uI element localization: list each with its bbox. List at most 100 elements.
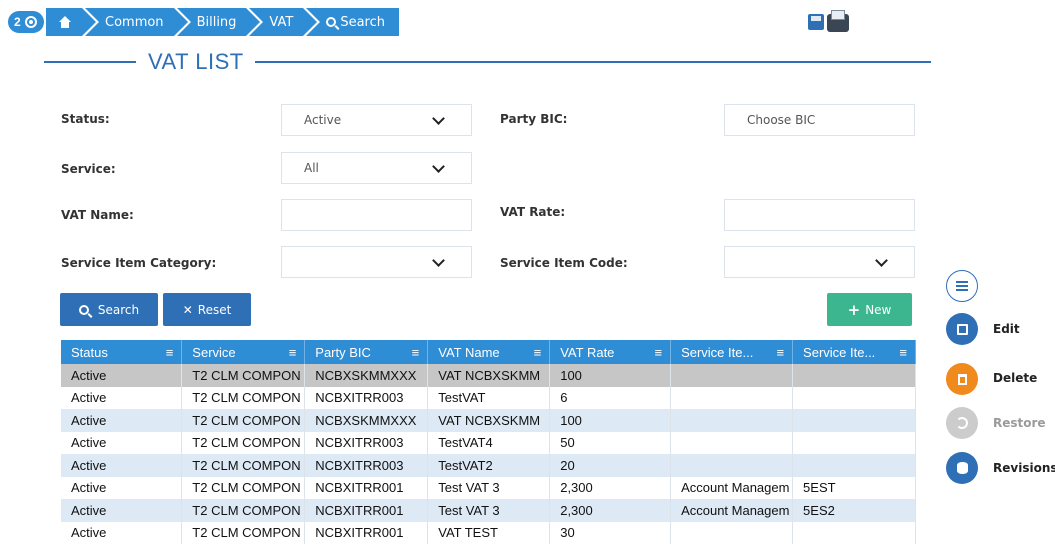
save-icon[interactable] bbox=[808, 14, 824, 30]
table-row[interactable]: Active T2 CLM COMPON NCBXITRR001 Test VAT 3… bbox=[61, 476, 916, 499]
service-item-code-select[interactable] bbox=[724, 246, 915, 278]
column-header-service-item-1[interactable]: Service Ite... ≡ bbox=[670, 340, 794, 364]
reset-button[interactable]: ✕ Reset bbox=[163, 293, 251, 326]
service-select[interactable]: All bbox=[281, 152, 472, 184]
breadcrumb-home[interactable] bbox=[46, 8, 96, 36]
column-menu-icon[interactable]: ≡ bbox=[654, 345, 662, 360]
chevron-down-icon bbox=[432, 112, 445, 125]
table-cell: NCBXITRR001 bbox=[304, 476, 429, 499]
table-cell: T2 CLM COMPON bbox=[181, 364, 306, 387]
table-cell: Active bbox=[61, 386, 183, 409]
column-header-vat-name[interactable]: VAT Name ≡ bbox=[427, 340, 551, 364]
column-header-party-bic[interactable]: Party BIC ≡ bbox=[304, 340, 429, 364]
service-item-category-select[interactable] bbox=[281, 246, 472, 278]
edit-button[interactable] bbox=[946, 313, 978, 345]
vat-name-input[interactable] bbox=[281, 199, 472, 231]
eye-icon bbox=[24, 16, 37, 28]
table-cell: 2,300 bbox=[549, 499, 672, 522]
table-cell: NCBXITRR001 bbox=[304, 499, 429, 522]
table-cell bbox=[792, 431, 916, 454]
status-select[interactable]: Active bbox=[281, 104, 472, 136]
reset-button-label: Reset bbox=[197, 302, 232, 317]
chevron-down-icon bbox=[432, 160, 445, 173]
page-title: VAT LIST bbox=[148, 49, 244, 74]
breadcrumb-search[interactable]: Search bbox=[306, 8, 399, 36]
table-row[interactable]: Active T2 CLM COMPON NCBXSKMMXXX VAT NCBXSK… bbox=[61, 364, 916, 387]
table-cell: T2 CLM COMPON bbox=[181, 431, 306, 454]
table-cell: 50 bbox=[549, 431, 672, 454]
table-cell bbox=[670, 521, 794, 544]
table-cell: T2 CLM COMPON bbox=[181, 454, 306, 477]
chevron-down-icon bbox=[432, 254, 445, 267]
table-cell: Test VAT 3 bbox=[427, 476, 551, 499]
revisions-label: Revisions bbox=[993, 461, 1055, 475]
title-divider-left bbox=[44, 61, 136, 63]
table-cell: 5EST bbox=[792, 476, 916, 499]
title-divider-right bbox=[255, 61, 931, 63]
revisions-button[interactable] bbox=[946, 452, 978, 484]
table-cell: VAT NCBXSKMM bbox=[427, 364, 551, 387]
column-menu-icon[interactable]: ≡ bbox=[776, 345, 784, 360]
table-cell: 20 bbox=[549, 454, 672, 477]
table-cell bbox=[792, 521, 916, 544]
table-cell: Active bbox=[61, 364, 183, 387]
new-button-label: New bbox=[865, 302, 892, 317]
table-cell: Active bbox=[61, 521, 183, 544]
table-row[interactable]: Active T2 CLM COMPON NCBXITRR001 Test VAT 3… bbox=[61, 499, 916, 522]
table-cell: NCBXITRR003 bbox=[304, 454, 429, 477]
party-bic-placeholder: Choose BIC bbox=[747, 113, 816, 127]
delete-label: Delete bbox=[993, 371, 1038, 385]
column-menu-icon[interactable]: ≡ bbox=[166, 345, 174, 360]
print-icon[interactable] bbox=[827, 10, 849, 32]
table-row[interactable]: Active T2 CLM COMPON NCBXITRR003 TestVAT4 50 bbox=[61, 431, 916, 454]
search-button[interactable]: Search bbox=[60, 293, 158, 326]
table-row[interactable]: Active T2 CLM COMPON NCBXITRR003 TestVAT 6 bbox=[61, 386, 916, 409]
table-row[interactable]: Active T2 CLM COMPON NCBXSKMMXXX VAT NCBXSK… bbox=[61, 409, 916, 432]
table-cell bbox=[792, 386, 916, 409]
chevron-down-icon bbox=[875, 254, 888, 267]
vat-name-label: VAT Name: bbox=[61, 208, 134, 222]
party-bic-input[interactable]: Choose BIC bbox=[724, 104, 915, 136]
new-button[interactable]: + New bbox=[827, 293, 912, 326]
table-cell: 6 bbox=[549, 386, 672, 409]
table-cell: 30 bbox=[549, 521, 672, 544]
breadcrumb-label: VAT bbox=[269, 14, 294, 30]
service-item-category-label: Service Item Category: bbox=[61, 256, 217, 270]
column-header-service-item-2[interactable]: Service Ite... ≡ bbox=[792, 340, 916, 364]
table-cell bbox=[792, 454, 916, 477]
delete-button[interactable] bbox=[946, 363, 978, 395]
column-header-vat-rate[interactable]: VAT Rate ≡ bbox=[549, 340, 672, 364]
table-row[interactable]: Active T2 CLM COMPON NCBXITRR001 VAT TEST 30 bbox=[61, 521, 916, 544]
badge-count: 2 bbox=[14, 15, 21, 29]
column-menu-icon[interactable]: ≡ bbox=[412, 345, 420, 360]
table-cell: 100 bbox=[549, 364, 672, 387]
column-header-service[interactable]: Service ≡ bbox=[181, 340, 306, 364]
column-menu-icon[interactable]: ≡ bbox=[289, 345, 297, 360]
breadcrumb-common[interactable]: Common bbox=[85, 8, 188, 36]
details-button[interactable] bbox=[946, 270, 978, 302]
search-button-label: Search bbox=[97, 302, 140, 317]
restore-button[interactable] bbox=[946, 407, 978, 439]
vat-rate-input[interactable] bbox=[724, 199, 915, 231]
table-cell: T2 CLM COMPON bbox=[181, 499, 306, 522]
table-cell bbox=[670, 409, 794, 432]
table-row[interactable]: Active T2 CLM COMPON NCBXITRR003 TestVAT2 20 bbox=[61, 454, 916, 477]
column-menu-icon[interactable]: ≡ bbox=[899, 345, 907, 360]
restore-label: Restore bbox=[993, 416, 1046, 430]
breadcrumb-label: Billing bbox=[196, 14, 237, 30]
table-cell: NCBXITRR003 bbox=[304, 386, 429, 409]
column-menu-icon[interactable]: ≡ bbox=[534, 345, 542, 360]
table-cell: TestVAT2 bbox=[427, 454, 551, 477]
vat-table: Status ≡ Service ≡ Party BIC ≡ VAT Name ≡ VA… bbox=[61, 340, 916, 544]
table-cell: NCBXSKMMXXX bbox=[304, 364, 429, 387]
table-cell: NCBXSKMMXXX bbox=[304, 409, 429, 432]
breadcrumb: Common Billing VAT Search bbox=[46, 8, 402, 36]
table-cell: T2 CLM COMPON bbox=[181, 409, 306, 432]
database-icon bbox=[956, 462, 968, 474]
table-cell: VAT TEST bbox=[427, 521, 551, 544]
header-label: Status bbox=[71, 344, 108, 360]
context-badge[interactable]: 2 bbox=[8, 11, 44, 33]
service-item-code-label: Service Item Code: bbox=[500, 256, 628, 270]
column-header-status[interactable]: Status ≡ bbox=[61, 340, 183, 364]
service-value: All bbox=[304, 161, 319, 175]
